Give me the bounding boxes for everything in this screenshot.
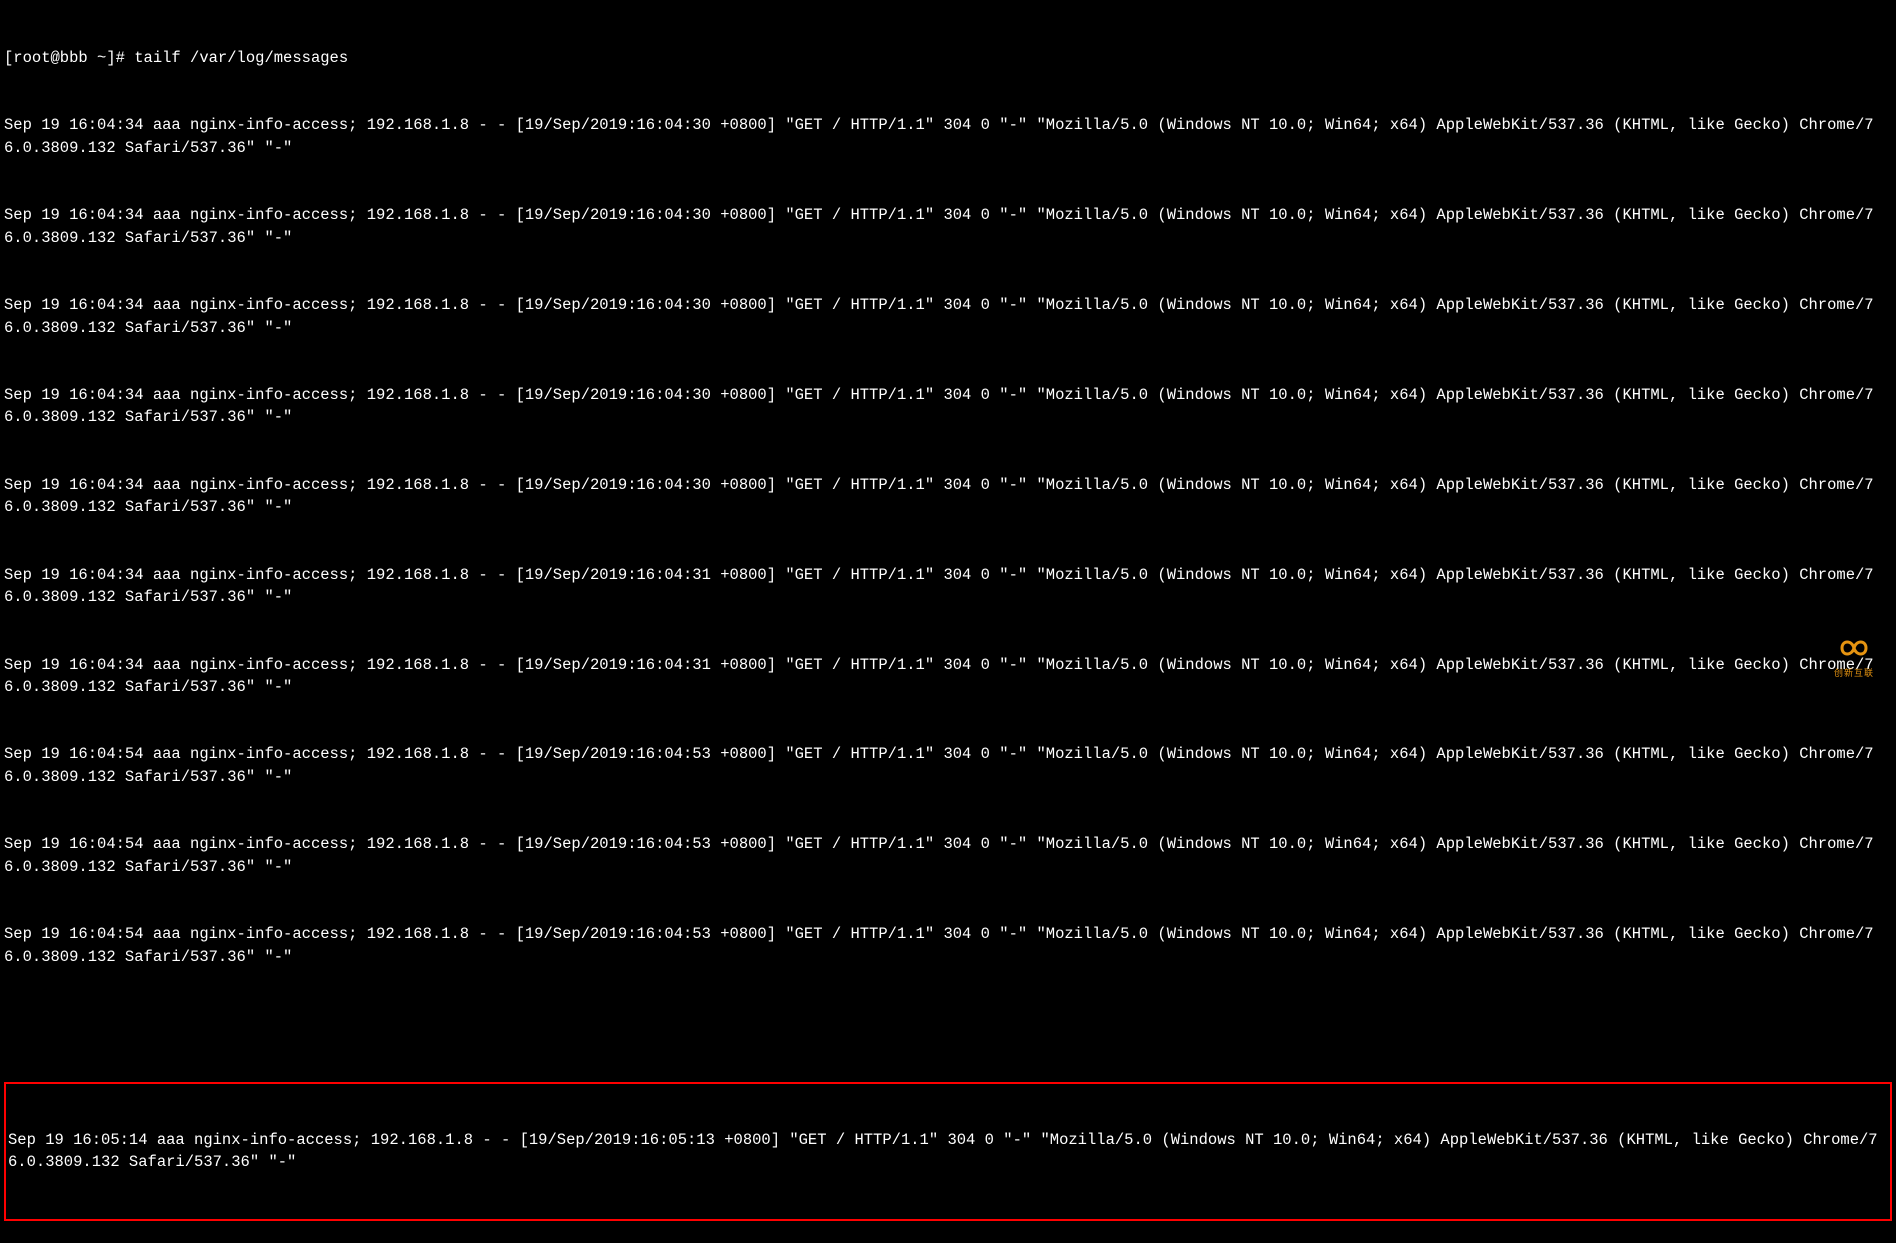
log-line: Sep 19 16:04:34 aaa nginx-info-access; 1…	[4, 384, 1892, 429]
log-line: Sep 19 16:04:34 aaa nginx-info-access; 1…	[4, 474, 1892, 519]
infinity-icon	[1830, 630, 1878, 666]
log-line: Sep 19 16:04:54 aaa nginx-info-access; 1…	[4, 833, 1892, 878]
log-line: Sep 19 16:04:34 aaa nginx-info-access; 1…	[4, 564, 1892, 609]
log-line: Sep 19 16:04:54 aaa nginx-info-access; 1…	[4, 923, 1892, 968]
log-line: Sep 19 16:04:34 aaa nginx-info-access; 1…	[4, 654, 1892, 699]
watermark-logo: 创新互联	[1818, 627, 1890, 685]
log-line: Sep 19 16:05:14 aaa nginx-info-access; 1…	[8, 1129, 1888, 1174]
log-line: Sep 19 16:04:54 aaa nginx-info-access; 1…	[4, 743, 1892, 788]
log-line: Sep 19 16:04:34 aaa nginx-info-access; 1…	[4, 204, 1892, 249]
terminal-output[interactable]: [root@bbb ~]# tailf /var/log/messages Se…	[4, 2, 1892, 1243]
shell-prompt: [root@bbb ~]# tailf /var/log/messages	[4, 47, 1892, 69]
highlighted-log-line: Sep 19 16:05:14 aaa nginx-info-access; 1…	[4, 1082, 1892, 1221]
blank-line	[4, 1013, 1892, 1035]
watermark-text: 创新互联	[1834, 668, 1874, 681]
log-line: Sep 19 16:04:34 aaa nginx-info-access; 1…	[4, 114, 1892, 159]
log-line: Sep 19 16:04:34 aaa nginx-info-access; 1…	[4, 294, 1892, 339]
